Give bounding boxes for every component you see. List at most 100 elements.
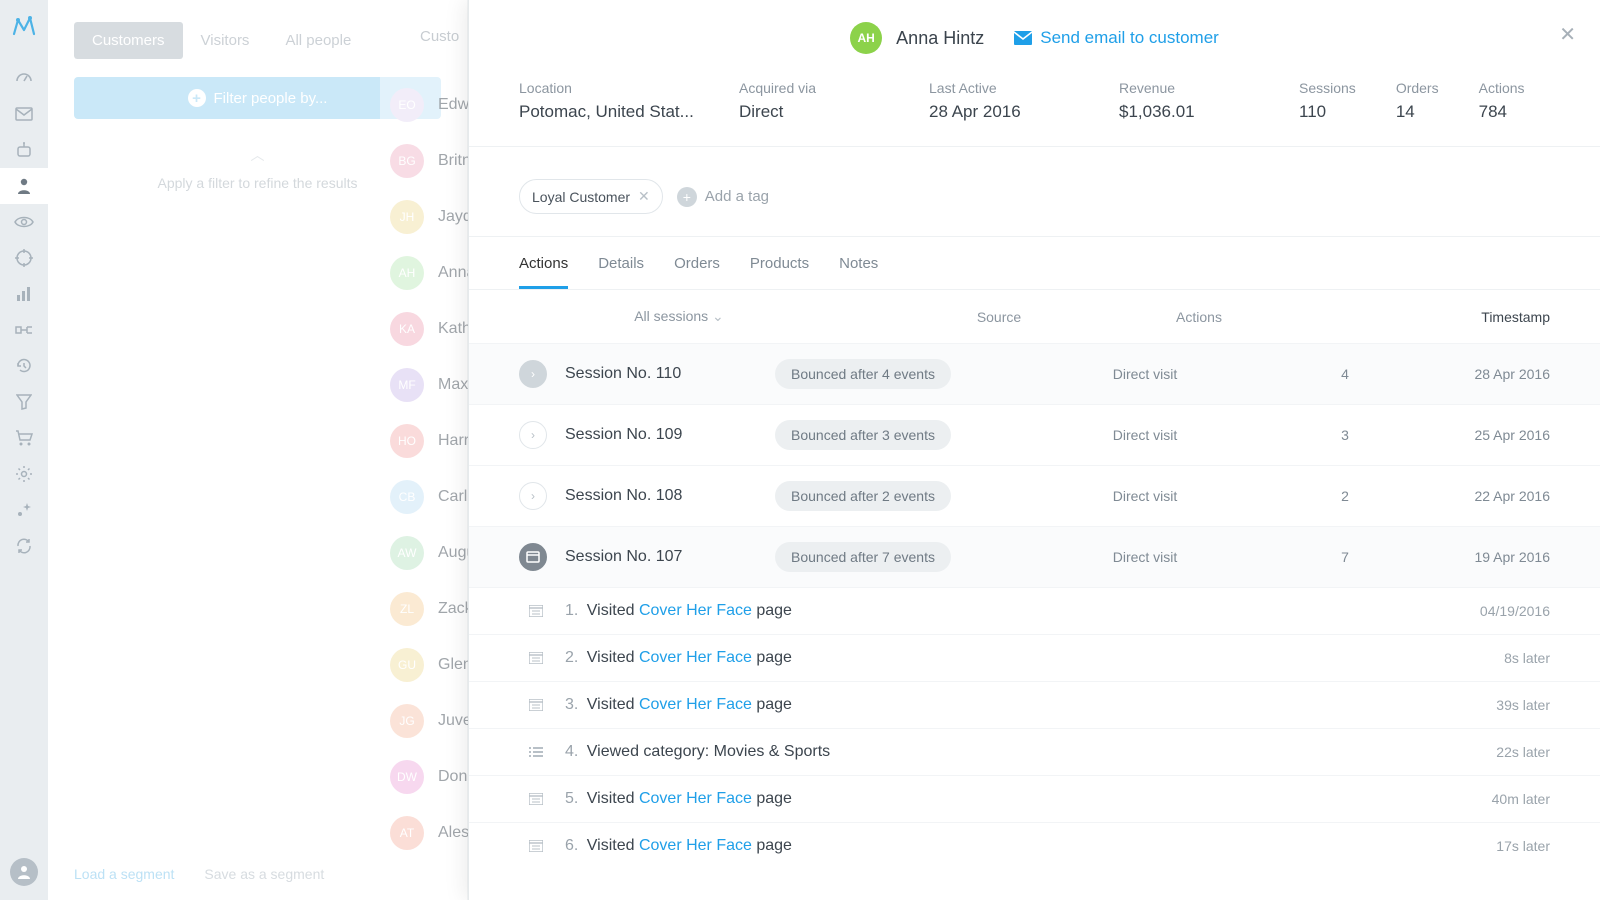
person-avatar: JG: [390, 704, 424, 738]
person-avatar: EO: [390, 88, 424, 122]
session-actions-count: 4: [1265, 366, 1425, 382]
nav-dashboard-icon[interactable]: [0, 60, 48, 96]
tab-all-people[interactable]: All people: [267, 22, 369, 59]
nav-mail-icon[interactable]: [0, 96, 48, 132]
tab-customers[interactable]: Customers: [74, 22, 183, 59]
event-link[interactable]: Cover Her Face: [639, 602, 752, 619]
stat-lastactive-value: 28 Apr 2016: [929, 102, 1079, 122]
event-time: 17s later: [1496, 838, 1550, 854]
mail-icon: [1014, 31, 1032, 45]
event-text: 6. Visited Cover Her Face page: [565, 837, 1496, 855]
stat-revenue-label: Revenue: [1119, 80, 1259, 96]
nav-cart-icon[interactable]: [0, 420, 48, 456]
tab-notes[interactable]: Notes: [839, 255, 878, 289]
send-email-label: Send email to customer: [1040, 28, 1219, 48]
event-link[interactable]: Cover Her Face: [639, 696, 752, 713]
tab-products[interactable]: Products: [750, 255, 809, 289]
event-time: 39s later: [1496, 697, 1550, 713]
stat-sessions-value: 110: [1299, 102, 1356, 122]
nav-magic-icon[interactable]: [0, 492, 48, 528]
tag-label: Loyal Customer: [532, 189, 630, 205]
load-segment-link[interactable]: Load a segment: [74, 866, 174, 882]
add-tag-button[interactable]: + Add a tag: [677, 187, 769, 207]
session-row[interactable]: › Session No. 108 Bounced after 2 events…: [469, 465, 1600, 526]
stat-revenue-value: $1,036.01: [1119, 102, 1259, 122]
person-avatar: CB: [390, 480, 424, 514]
nav-funnel-icon[interactable]: [0, 384, 48, 420]
customer-name: Anna Hintz: [896, 28, 984, 49]
nav-chart-icon[interactable]: [0, 276, 48, 312]
session-row[interactable]: Session No. 107 Bounced after 7 events D…: [469, 526, 1600, 587]
session-badge: Bounced after 2 events: [775, 481, 951, 511]
person-avatar: AW: [390, 536, 424, 570]
tab-actions[interactable]: Actions: [519, 255, 568, 289]
nav-refresh-icon[interactable]: [0, 528, 48, 564]
save-segment-link[interactable]: Save as a segment: [204, 866, 324, 882]
session-actions-count: 3: [1265, 427, 1425, 443]
plus-icon: +: [677, 187, 697, 207]
session-timestamp: 19 Apr 2016: [1425, 549, 1550, 565]
event-text: 5. Visited Cover Her Face page: [565, 790, 1492, 808]
expand-session-icon[interactable]: ›: [519, 482, 547, 510]
nav-rail: [0, 0, 48, 900]
session-actions-count: 7: [1265, 549, 1425, 565]
event-row: 4. Viewed category: Movies & Sports 22s …: [469, 728, 1600, 775]
plus-circle-icon: +: [188, 89, 206, 107]
page-icon: [529, 652, 545, 664]
tab-orders[interactable]: Orders: [674, 255, 720, 289]
col-timestamp: Timestamp: [1279, 309, 1550, 325]
page-icon: [529, 793, 545, 805]
event-row: 6. Visited Cover Her Face page 17s later: [469, 822, 1600, 869]
event-text: 4. Viewed category: Movies & Sports: [565, 743, 1496, 761]
person-avatar: AH: [390, 256, 424, 290]
page-icon: [529, 699, 545, 711]
nav-eye-icon[interactable]: [0, 204, 48, 240]
nav-target-icon[interactable]: [0, 240, 48, 276]
person-avatar: DW: [390, 760, 424, 794]
user-avatar[interactable]: [10, 858, 38, 886]
session-title: Session No. 108: [565, 487, 775, 505]
event-link[interactable]: Cover Her Face: [639, 649, 752, 666]
sessions-filter-dropdown[interactable]: All sessions ⌄: [519, 308, 839, 325]
customer-detail-panel: AH Anna Hintz Send email to customer ✕ L…: [468, 0, 1600, 900]
nav-flow-icon[interactable]: [0, 312, 48, 348]
session-row[interactable]: › Session No. 109 Bounced after 3 events…: [469, 404, 1600, 465]
session-actions-count: 2: [1265, 488, 1425, 504]
nav-history-icon[interactable]: [0, 348, 48, 384]
session-badge: Bounced after 4 events: [775, 359, 951, 389]
event-time: 22s later: [1496, 744, 1550, 760]
send-email-link[interactable]: Send email to customer: [1014, 28, 1219, 48]
event-link[interactable]: Cover Her Face: [639, 837, 752, 854]
col-actions: Actions: [1119, 309, 1279, 325]
event-row: 3. Visited Cover Her Face page 39s later: [469, 681, 1600, 728]
expand-session-icon[interactable]: ›: [519, 421, 547, 449]
list-icon: [529, 746, 545, 758]
customer-avatar: AH: [850, 22, 882, 54]
tab-visitors[interactable]: Visitors: [183, 22, 268, 59]
event-link[interactable]: Cover Her Face: [639, 790, 752, 807]
session-source: Direct visit: [1025, 366, 1265, 382]
remove-tag-icon[interactable]: ✕: [638, 188, 650, 205]
nav-settings-icon[interactable]: [0, 456, 48, 492]
session-badge: Bounced after 3 events: [775, 420, 951, 450]
person-avatar: JH: [390, 200, 424, 234]
stat-acquired-label: Acquired via: [739, 80, 889, 96]
session-row[interactable]: › Session No. 110 Bounced after 4 events…: [469, 343, 1600, 404]
app-logo: [12, 14, 36, 36]
session-badge: Bounced after 7 events: [775, 542, 951, 572]
session-source: Direct visit: [1025, 549, 1265, 565]
nav-bot-icon[interactable]: [0, 132, 48, 168]
session-timestamp: 28 Apr 2016: [1425, 366, 1550, 382]
person-avatar: AT: [390, 816, 424, 850]
filter-people-label: Filter people by...: [214, 90, 328, 107]
expand-session-icon[interactable]: ›: [519, 360, 547, 388]
event-time: 40m later: [1492, 791, 1550, 807]
close-icon[interactable]: ✕: [1559, 22, 1576, 47]
expand-session-icon[interactable]: [519, 543, 547, 571]
chevron-down-icon: ⌄: [712, 308, 724, 324]
nav-people-icon[interactable]: [0, 168, 48, 204]
tag-chip: Loyal Customer ✕: [519, 179, 663, 214]
session-title: Session No. 109: [565, 426, 775, 444]
stat-actions-label: Actions: [1479, 80, 1525, 96]
tab-details[interactable]: Details: [598, 255, 644, 289]
